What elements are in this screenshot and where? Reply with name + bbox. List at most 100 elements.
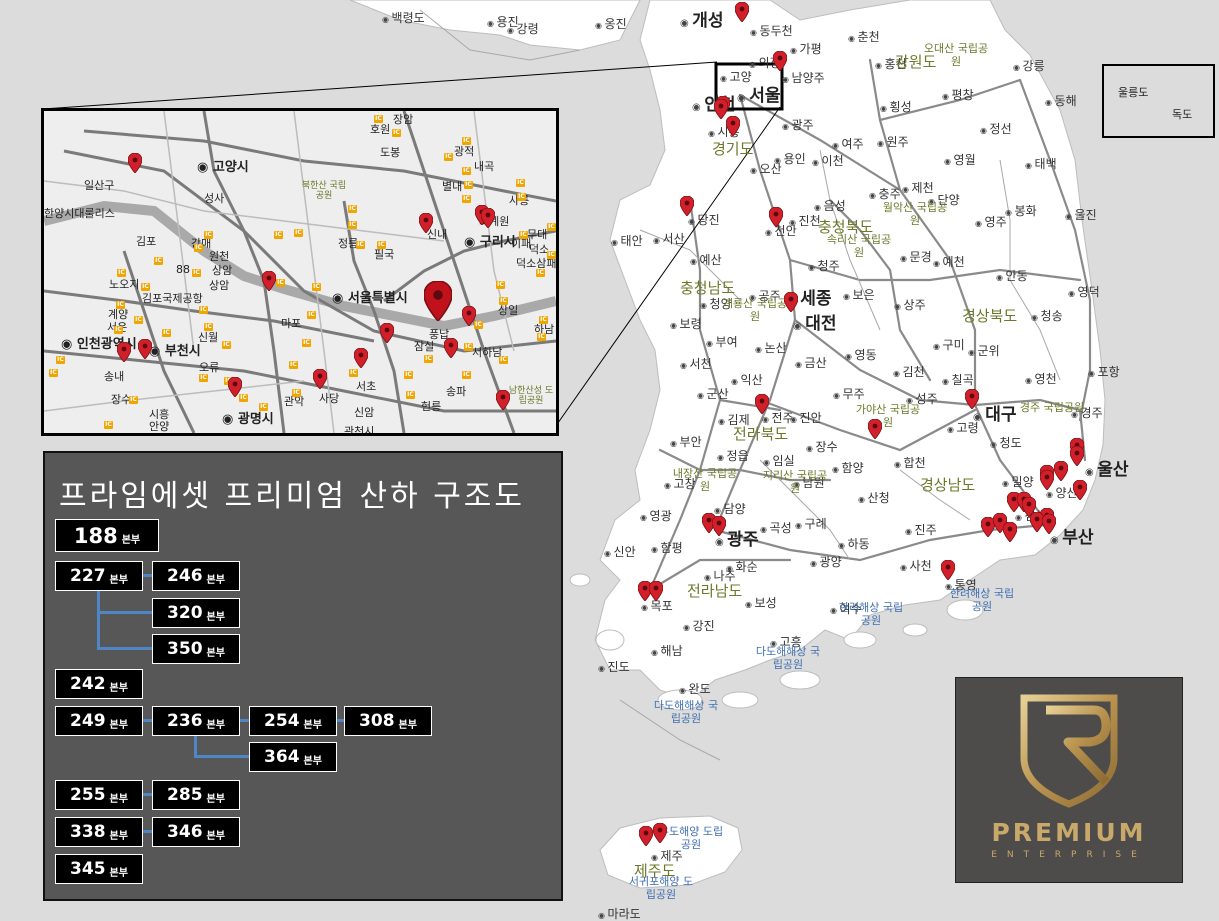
branch-box[interactable]: 285 본부 [152,780,240,810]
branch-box[interactable]: 242 본부 [55,669,143,699]
branch-box[interactable]: 308 본부 [344,706,432,736]
location-pin-icon[interactable] [1039,469,1055,491]
location-pin-icon[interactable] [379,322,395,344]
headquarters-pin-icon[interactable] [423,280,453,323]
inset-place-label: 내곡 [474,160,495,173]
location-pin-icon[interactable] [443,337,459,359]
location-pin-icon[interactable] [495,389,511,411]
city-name: 가평 [799,42,822,56]
city-name: 예천 [942,255,965,269]
location-pin-icon[interactable] [772,50,788,72]
city-name: 서천 [689,357,712,371]
branch-box[interactable]: 254 본부 [249,706,337,736]
interchange-icon: IC [274,231,283,239]
inset-place-label: 서초 [356,380,377,393]
location-pin-icon[interactable] [940,559,956,581]
branch-box[interactable]: 346 본부 [152,817,240,847]
branch-box[interactable]: 255 본부 [55,780,143,810]
city-dot-icon: ◉ [692,102,705,113]
city-name: 이천 [821,154,844,168]
city-label: ◉ 울산 [1085,462,1129,479]
inset-place-label: 신월 [198,331,219,344]
branch-box[interactable]: 345 본부 [55,854,143,884]
location-pin-icon[interactable] [1002,521,1018,543]
location-pin-icon[interactable] [754,393,770,415]
branch-box[interactable]: 246 본부 [152,561,240,591]
location-pin-icon[interactable] [1069,445,1085,467]
inset-place-label: 서하남 [472,346,503,359]
city-dot-icon: ◉ [902,185,912,194]
city-dot-icon: ◉ [720,74,730,83]
city-label: ◉ 가평 [790,43,822,55]
inset-place-label: 송내 [104,370,125,383]
city-name: 사천 [909,559,932,573]
location-pin-icon[interactable] [1072,479,1088,501]
location-pin-icon[interactable] [418,212,434,234]
location-pin-icon[interactable] [652,822,668,844]
interchange-icon: IC [356,241,365,249]
location-pin-icon[interactable] [964,388,980,410]
city-dot-icon: ◉ [1031,313,1041,322]
city-label: ◉ 고령 [947,422,979,434]
city-dot-icon: ◉ [717,453,727,462]
location-pin-icon[interactable] [1053,460,1069,482]
city-name: 군위 [977,344,1000,358]
city-dot-icon: ◉ [706,339,716,348]
location-pin-icon[interactable] [480,207,496,229]
city-name: 부산 [1062,528,1094,548]
branch-number: 320 [167,603,203,623]
location-pin-icon[interactable] [137,338,153,360]
location-pin-icon[interactable] [227,376,243,398]
city-dot-icon: ◉ [651,545,661,554]
location-pin-icon[interactable] [261,270,277,292]
city-dot-icon: ◉ [704,573,714,582]
location-pin-icon[interactable] [711,515,727,537]
location-pin-icon[interactable] [867,418,883,440]
branch-box[interactable]: 236 본부 [152,706,240,736]
location-pin-icon[interactable] [648,580,664,602]
city-name: 포항 [1097,365,1120,379]
branch-box[interactable]: 227 본부 [55,561,143,591]
city-name: 진안 [799,411,822,425]
branch-box[interactable]: 320 본부 [152,598,240,628]
city-dot-icon: ◉ [382,15,392,24]
city-dot-icon: ◉ [598,911,608,920]
branch-unit: 본부 [303,756,322,767]
interchange-icon: IC [199,374,208,382]
city-label: ◉ 광양 [810,556,842,568]
location-pin-icon[interactable] [461,305,477,327]
city-label: ◉ 춘천 [848,31,880,43]
connector [194,755,249,758]
branch-box[interactable]: 350 본부 [152,634,240,664]
location-pin-icon[interactable] [116,341,132,363]
city-dot-icon: ◉ [611,238,621,247]
location-pin-icon[interactable] [725,115,741,137]
location-pin-icon[interactable] [768,206,784,228]
location-pin-icon[interactable] [734,1,750,23]
location-pin-icon[interactable] [127,152,143,174]
inset-place-label: ◉ 고양시 [197,160,249,175]
city-label: ◉ 해남 [651,645,683,657]
location-pin-icon[interactable] [1041,513,1057,535]
location-pin-icon[interactable] [638,825,654,847]
city-dot-icon: ◉ [795,360,805,369]
location-pin-icon[interactable] [783,291,799,313]
city-label: ◉ 영월 [944,154,976,166]
city-dot-icon: ◉ [750,28,760,37]
connector [194,736,197,757]
branch-unit: 본부 [206,831,225,842]
branch-box[interactable]: 364 본부 [249,742,337,772]
city-label: ◉ 밀양 [1002,476,1034,488]
branch-box[interactable]: 188 본부 [55,519,159,552]
branch-box[interactable]: 249 본부 [55,706,143,736]
connector [97,611,152,614]
branch-number: 227 [70,566,106,586]
branch-box[interactable]: 338 본부 [55,817,143,847]
city-name: 남양주 [791,71,825,85]
city-label: ◉ 군위 [968,345,1000,357]
city-label: ◉ 개성 [680,13,724,30]
location-pin-icon[interactable] [353,347,369,369]
location-pin-icon[interactable] [679,195,695,217]
location-pin-icon[interactable] [312,368,328,390]
inset-place-label: 계양 [108,308,129,321]
